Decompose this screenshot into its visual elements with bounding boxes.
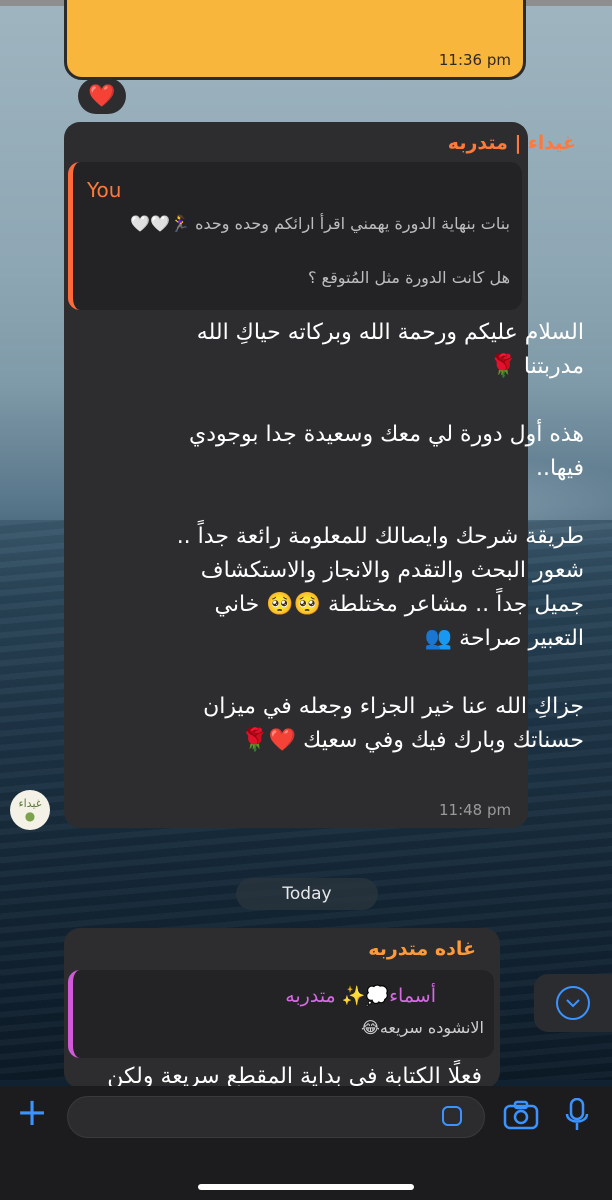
reply-text: الانشوده سريعه😂 [361,1018,484,1037]
sender-name[interactable]: غيداء | متدربه [448,132,576,154]
outgoing-message-bubble[interactable]: 11:36 pm [64,0,526,80]
message-paragraph: جزاكِ الله عنا خير الجزاء وجعله في ميزان… [203,694,584,753]
message-input[interactable] [67,1096,485,1138]
sticker-icon[interactable] [442,1106,462,1126]
reply-author: You [87,178,122,202]
home-indicator [198,1184,414,1190]
message-time: 11:48 pm [439,801,512,819]
sender-name[interactable]: غاده متدربه [368,938,476,960]
chevron-down-icon [556,986,590,1020]
avocado-icon: ● [24,809,36,823]
reply-line-1: بنات بنهاية الدورة يهمني اقرأ ارائكم وحد… [130,214,510,233]
message-paragraph: هذه أول دورة لي معك وسعيدة جدا بوجودي في… [188,422,584,481]
message-body: السلام عليكم ورحمة الله وبركاته حياكِ ال… [164,316,584,758]
message-text: فعلًا الكتابة في بداية المقطع سريعة ولكن [107,1064,482,1088]
reply-line-2: هل كانت الدورة مثل المُتوقع ؟ [307,268,510,287]
date-separator: Today [236,878,378,910]
message-paragraph: السلام عليكم ورحمة الله وبركاته حياكِ ال… [196,320,584,379]
reply-quote[interactable]: You بنات بنهاية الدورة يهمني اقرأ ارائكم… [68,162,522,310]
plus-icon[interactable]: + [16,1093,48,1131]
heart-icon: ❤️ [88,83,116,109]
reply-author: أسماء💭✨ متدربه [285,985,436,1007]
microphone-icon[interactable] [565,1098,589,1132]
reply-quote[interactable]: أسماء💭✨ متدربه الانشوده سريعه😂 [68,970,494,1058]
sender-avatar[interactable]: غيداء ● [10,790,50,830]
message-time: 11:36 pm [438,51,511,69]
camera-icon[interactable] [503,1100,539,1130]
message-paragraph: طريقة شرحك وايصالك للمعلومة رائعة جداً .… [176,524,584,651]
scroll-to-bottom-button[interactable] [534,974,612,1032]
incoming-message-bubble[interactable]: غاده متدربه أسماء💭✨ متدربه الانشوده سريع… [64,928,500,1088]
composer-bar: + [0,1086,612,1200]
heart-reaction[interactable]: ❤️ [78,78,126,114]
